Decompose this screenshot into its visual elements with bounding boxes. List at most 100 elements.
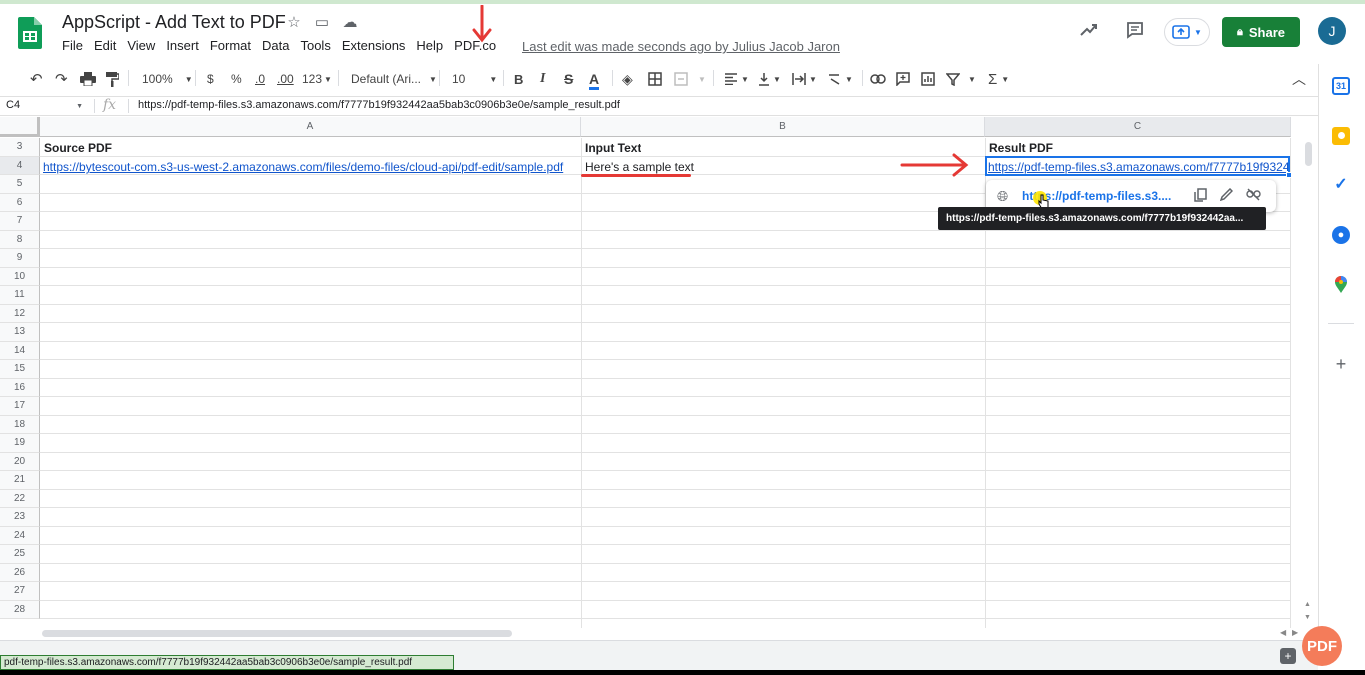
- pdfco-badge[interactable]: PDF: [1302, 626, 1342, 666]
- row-header[interactable]: 4: [0, 156, 40, 175]
- print-icon[interactable]: [80, 70, 96, 88]
- insert-chart-icon[interactable]: [921, 70, 935, 88]
- merge-cells-icon[interactable]: ▼: [674, 70, 706, 88]
- row-header[interactable]: 15: [0, 360, 40, 379]
- fill-handle[interactable]: [1286, 172, 1292, 178]
- collapse-menus-icon[interactable]: ︿: [1292, 70, 1306, 88]
- scroll-right-icon[interactable]: ▶: [1292, 628, 1298, 637]
- comments-icon[interactable]: [1124, 20, 1146, 42]
- copy-link-icon[interactable]: [1194, 188, 1207, 205]
- scroll-down-icon[interactable]: ▼: [1304, 614, 1311, 621]
- scroll-left-icon[interactable]: ◀: [1280, 628, 1286, 637]
- calendar-icon[interactable]: 31: [1332, 77, 1350, 95]
- cell-a3[interactable]: Source PDF: [44, 141, 112, 155]
- percent-format-button[interactable]: %: [231, 70, 242, 88]
- row-header[interactable]: 5: [0, 175, 40, 194]
- horizontal-scrollbar[interactable]: [42, 630, 512, 637]
- maps-icon[interactable]: [1332, 276, 1350, 294]
- document-title[interactable]: AppScript - Add Text to PDF: [62, 12, 286, 33]
- functions-button[interactable]: Σ ▼: [988, 70, 1009, 88]
- row-header[interactable]: 19: [0, 434, 40, 453]
- row-header[interactable]: 9: [0, 249, 40, 268]
- row-header[interactable]: 21: [0, 471, 40, 490]
- vertical-align-icon[interactable]: ▼: [758, 70, 781, 88]
- column-header-a[interactable]: A: [40, 117, 581, 137]
- remove-link-icon[interactable]: [1246, 188, 1261, 204]
- column-header-b[interactable]: B: [581, 117, 985, 137]
- row-header[interactable]: 27: [0, 582, 40, 601]
- row-header[interactable]: 11: [0, 286, 40, 305]
- menu-help[interactable]: Help: [416, 38, 443, 53]
- cell-c3[interactable]: Result PDF: [989, 141, 1053, 155]
- menu-data[interactable]: Data: [262, 38, 289, 53]
- add-addon-icon[interactable]: +: [1332, 355, 1350, 373]
- row-header[interactable]: 18: [0, 415, 40, 434]
- present-button[interactable]: ▼: [1164, 18, 1210, 46]
- italic-button[interactable]: I: [540, 70, 545, 88]
- row-header[interactable]: 3: [0, 138, 40, 157]
- activity-trend-icon[interactable]: [1078, 20, 1100, 42]
- row-header[interactable]: 23: [0, 508, 40, 527]
- row-header[interactable]: 20: [0, 452, 40, 471]
- borders-icon[interactable]: [648, 70, 662, 88]
- decrease-decimal-button[interactable]: .0: [255, 70, 265, 88]
- tasks-icon[interactable]: ✓: [1332, 176, 1350, 194]
- row-header[interactable]: 28: [0, 600, 40, 619]
- row-header[interactable]: 14: [0, 341, 40, 360]
- menu-format[interactable]: Format: [210, 38, 251, 53]
- cell-b3[interactable]: Input Text: [585, 141, 641, 155]
- text-color-button[interactable]: A: [589, 70, 600, 90]
- row-header[interactable]: 12: [0, 304, 40, 323]
- row-header[interactable]: 13: [0, 323, 40, 342]
- keep-notes-icon[interactable]: [1332, 127, 1350, 145]
- bold-button[interactable]: B: [514, 70, 523, 88]
- menu-tools[interactable]: Tools: [300, 38, 330, 53]
- insert-comment-icon[interactable]: [896, 70, 910, 88]
- menu-extensions[interactable]: Extensions: [342, 38, 406, 53]
- filter-icon[interactable]: ▼: [946, 70, 976, 88]
- column-header-c[interactable]: C: [985, 117, 1291, 137]
- cell-a4-link[interactable]: https://bytescout-com.s3-us-west-2.amazo…: [43, 160, 577, 174]
- present-dropdown-icon[interactable]: ▼: [1194, 28, 1202, 37]
- row-header[interactable]: 24: [0, 526, 40, 545]
- increase-decimal-button[interactable]: .00: [277, 70, 294, 88]
- row-header[interactable]: 10: [0, 267, 40, 286]
- text-rotation-icon[interactable]: ▼: [828, 70, 853, 88]
- menu-file[interactable]: File: [62, 38, 83, 53]
- insert-link-icon[interactable]: [870, 70, 886, 88]
- row-header[interactable]: 26: [0, 563, 40, 582]
- number-format-select[interactable]: 123 ▼: [302, 70, 332, 88]
- row-header[interactable]: 7: [0, 212, 40, 231]
- strikethrough-button[interactable]: S: [564, 70, 573, 88]
- undo-icon[interactable]: ↶: [30, 70, 43, 88]
- row-header[interactable]: 22: [0, 489, 40, 508]
- font-size-select[interactable]: 10 ▼: [452, 70, 497, 88]
- menu-view[interactable]: View: [127, 38, 155, 53]
- share-button[interactable]: 🔒︎ Share: [1222, 17, 1300, 47]
- last-edit-link[interactable]: Last edit was made seconds ago by Julius…: [522, 39, 840, 54]
- horizontal-align-icon[interactable]: ▼: [724, 70, 749, 88]
- scroll-up-icon[interactable]: ▲: [1304, 601, 1311, 608]
- formula-input[interactable]: https://pdf-temp-files.s3.amazonaws.com/…: [138, 99, 620, 111]
- star-icon[interactable]: ☆: [285, 13, 303, 31]
- sheets-logo-icon[interactable]: [18, 17, 42, 49]
- row-header[interactable]: 6: [0, 193, 40, 212]
- row-header[interactable]: 25: [0, 545, 40, 564]
- vertical-scrollbar[interactable]: [1305, 142, 1312, 166]
- currency-format-button[interactable]: $: [207, 70, 214, 88]
- row-header[interactable]: 16: [0, 378, 40, 397]
- font-family-select[interactable]: Default (Ari... ▼: [351, 70, 437, 88]
- paint-format-icon[interactable]: [105, 70, 119, 88]
- fill-color-icon[interactable]: ◈: [622, 70, 633, 88]
- menu-insert[interactable]: Insert: [166, 38, 199, 53]
- cell-b4[interactable]: Here's a sample text: [585, 160, 694, 174]
- menu-edit[interactable]: Edit: [94, 38, 116, 53]
- edit-link-icon[interactable]: [1219, 187, 1234, 204]
- row-header[interactable]: 17: [0, 397, 40, 416]
- text-wrapping-icon[interactable]: ▼: [792, 70, 817, 88]
- redo-icon[interactable]: ↷: [55, 70, 68, 88]
- explore-icon[interactable]: +: [1280, 648, 1296, 664]
- account-avatar[interactable]: J: [1318, 17, 1346, 45]
- name-box[interactable]: C4 ▼: [6, 99, 83, 111]
- row-header[interactable]: 8: [0, 230, 40, 249]
